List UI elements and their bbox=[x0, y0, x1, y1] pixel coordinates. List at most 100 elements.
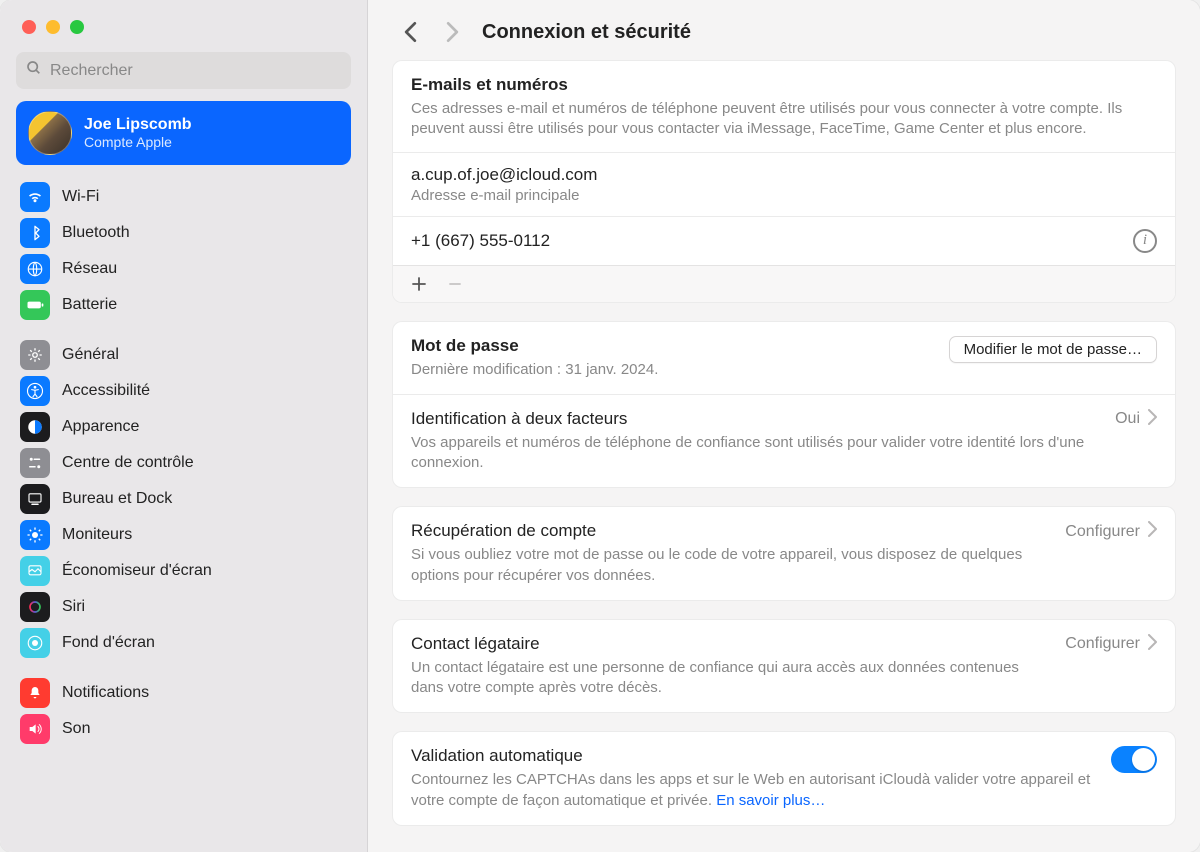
notifications-icon bbox=[20, 678, 50, 708]
recovery-desc: Si vous oubliez votre mot de passe ou le… bbox=[411, 545, 1049, 586]
page-title: Connexion et sécurité bbox=[482, 21, 691, 44]
sidebar-item-label: Siri bbox=[62, 598, 85, 616]
email-label: Adresse e-mail principale bbox=[411, 187, 597, 204]
recovery-title: Récupération de compte bbox=[411, 521, 1049, 541]
sidebar-item-batterie[interactable]: Batterie bbox=[16, 287, 351, 323]
legacy-action: Configurer bbox=[1065, 635, 1140, 653]
legacy-desc: Un contact légataire est une personne de… bbox=[411, 658, 1049, 699]
centre-de-contr-le-icon bbox=[20, 448, 50, 478]
search-field[interactable] bbox=[16, 52, 351, 89]
sidebar-item-label: Son bbox=[62, 720, 90, 738]
minimize-window-button[interactable] bbox=[46, 20, 60, 34]
sidebar-nav: Wi-Fi Bluetooth Réseau Batterie Général Acce… bbox=[0, 179, 367, 761]
close-window-button[interactable] bbox=[22, 20, 36, 34]
recovery-panel[interactable]: Récupération de compte Si vous oubliez v… bbox=[392, 506, 1176, 601]
sidebar-item-moniteurs[interactable]: Moniteurs bbox=[16, 517, 351, 553]
email-row[interactable]: a.cup.of.joe@icloud.com Adresse e-mail p… bbox=[393, 152, 1175, 216]
autovalidate-toggle[interactable] bbox=[1111, 746, 1157, 773]
fullscreen-window-button[interactable] bbox=[70, 20, 84, 34]
accessibilit--icon bbox=[20, 376, 50, 406]
sidebar-item-label: Bluetooth bbox=[62, 224, 130, 242]
sidebar-item-label: Batterie bbox=[62, 296, 117, 314]
email-value: a.cup.of.joe@icloud.com bbox=[411, 165, 597, 185]
bluetooth-icon bbox=[20, 218, 50, 248]
emails-desc: Ces adresses e-mail et numéros de téléph… bbox=[411, 99, 1157, 140]
batterie-icon bbox=[20, 290, 50, 320]
son-icon bbox=[20, 714, 50, 744]
sidebar-item-label: Apparence bbox=[62, 418, 139, 436]
wi-fi-icon bbox=[20, 182, 50, 212]
g-n-ral-icon bbox=[20, 340, 50, 370]
-conomiseur-d-cran-icon bbox=[20, 556, 50, 586]
autovalidate-desc: Contournez les CAPTCHAs dans les apps et… bbox=[411, 770, 1095, 811]
sidebar-item-label: Bureau et Dock bbox=[62, 490, 172, 508]
moniteurs-icon bbox=[20, 520, 50, 550]
content-pane: Connexion et sécurité E-mails et numéros… bbox=[368, 0, 1200, 852]
sidebar-item-label: Économiseur d'écran bbox=[62, 562, 212, 580]
add-button[interactable] bbox=[405, 272, 433, 296]
sidebar-item-label: Wi-Fi bbox=[62, 188, 99, 206]
sidebar-item-label: Moniteurs bbox=[62, 526, 132, 544]
bureau-et-dock-icon bbox=[20, 484, 50, 514]
autovalidate-title: Validation automatique bbox=[411, 746, 1095, 766]
sidebar-item-accessibilit-[interactable]: Accessibilité bbox=[16, 373, 351, 409]
sidebar: Joe Lipscomb Compte Apple Wi-Fi Bluetooth… bbox=[0, 0, 368, 852]
chevron-right-icon bbox=[1148, 634, 1157, 655]
sidebar-item-bureau-et-dock[interactable]: Bureau et Dock bbox=[16, 481, 351, 517]
recovery-action: Configurer bbox=[1065, 523, 1140, 541]
password-panel: Mot de passe Dernière modification : 31 … bbox=[392, 321, 1176, 489]
sidebar-item-g-n-ral[interactable]: Général bbox=[16, 337, 351, 373]
account-name: Joe Lipscomb bbox=[84, 116, 192, 134]
sidebar-item-label: Centre de contrôle bbox=[62, 454, 194, 472]
settings-window: Joe Lipscomb Compte Apple Wi-Fi Bluetooth… bbox=[0, 0, 1200, 852]
sidebar-item-son[interactable]: Son bbox=[16, 711, 351, 747]
sidebar-item--conomiseur-d-cran[interactable]: Économiseur d'écran bbox=[16, 553, 351, 589]
phone-row[interactable]: +1 (667) 555-0112 i bbox=[393, 216, 1175, 265]
sidebar-item-notifications[interactable]: Notifications bbox=[16, 675, 351, 711]
emails-title: E-mails et numéros bbox=[411, 75, 1157, 95]
password-desc: Dernière modification : 31 janv. 2024. bbox=[411, 360, 933, 380]
forward-button[interactable] bbox=[440, 20, 464, 44]
siri-icon bbox=[20, 592, 50, 622]
remove-button[interactable] bbox=[441, 272, 469, 296]
twofa-status: Oui bbox=[1115, 410, 1140, 428]
search-icon bbox=[26, 60, 42, 81]
sidebar-item-wi-fi[interactable]: Wi-Fi bbox=[16, 179, 351, 215]
add-remove-bar bbox=[393, 265, 1175, 302]
password-title: Mot de passe bbox=[411, 336, 933, 356]
sidebar-item-label: Fond d'écran bbox=[62, 634, 155, 652]
autovalidate-panel: Validation automatique Contournez les CA… bbox=[392, 731, 1176, 826]
sidebar-item-label: Accessibilité bbox=[62, 382, 150, 400]
legacy-title: Contact légataire bbox=[411, 634, 1049, 654]
sidebar-item-centre-de-contr-le[interactable]: Centre de contrôle bbox=[16, 445, 351, 481]
phone-value: +1 (667) 555-0112 bbox=[411, 231, 550, 251]
sidebar-item-siri[interactable]: Siri bbox=[16, 589, 351, 625]
fond-d-cran-icon bbox=[20, 628, 50, 658]
learn-more-link[interactable]: En savoir plus… bbox=[716, 792, 825, 809]
two-factor-row[interactable]: Identification à deux facteurs Vos appar… bbox=[393, 394, 1175, 488]
emails-panel: E-mails et numéros Ces adresses e-mail e… bbox=[392, 60, 1176, 303]
content-header: Connexion et sécurité bbox=[368, 0, 1200, 60]
account-subtitle: Compte Apple bbox=[84, 134, 192, 150]
back-button[interactable] bbox=[398, 20, 422, 44]
chevron-right-icon bbox=[1148, 409, 1157, 430]
legacy-panel[interactable]: Contact légataire Un contact légataire e… bbox=[392, 619, 1176, 714]
avatar bbox=[28, 111, 72, 155]
twofa-title: Identification à deux facteurs bbox=[411, 409, 1099, 429]
info-icon[interactable]: i bbox=[1133, 229, 1157, 253]
sidebar-item-bluetooth[interactable]: Bluetooth bbox=[16, 215, 351, 251]
sidebar-item-label: Notifications bbox=[62, 684, 149, 702]
sidebar-item-label: Général bbox=[62, 346, 119, 364]
apparence-icon bbox=[20, 412, 50, 442]
twofa-desc: Vos appareils et numéros de téléphone de… bbox=[411, 433, 1099, 474]
chevron-right-icon bbox=[1148, 521, 1157, 542]
account-card[interactable]: Joe Lipscomb Compte Apple bbox=[16, 101, 351, 165]
sidebar-item-label: Réseau bbox=[62, 260, 117, 278]
change-password-button[interactable]: Modifier le mot de passe… bbox=[949, 336, 1157, 363]
search-input[interactable] bbox=[50, 62, 341, 80]
sidebar-item-apparence[interactable]: Apparence bbox=[16, 409, 351, 445]
window-controls bbox=[0, 0, 367, 52]
r-seau-icon bbox=[20, 254, 50, 284]
sidebar-item-r-seau[interactable]: Réseau bbox=[16, 251, 351, 287]
sidebar-item-fond-d-cran[interactable]: Fond d'écran bbox=[16, 625, 351, 661]
